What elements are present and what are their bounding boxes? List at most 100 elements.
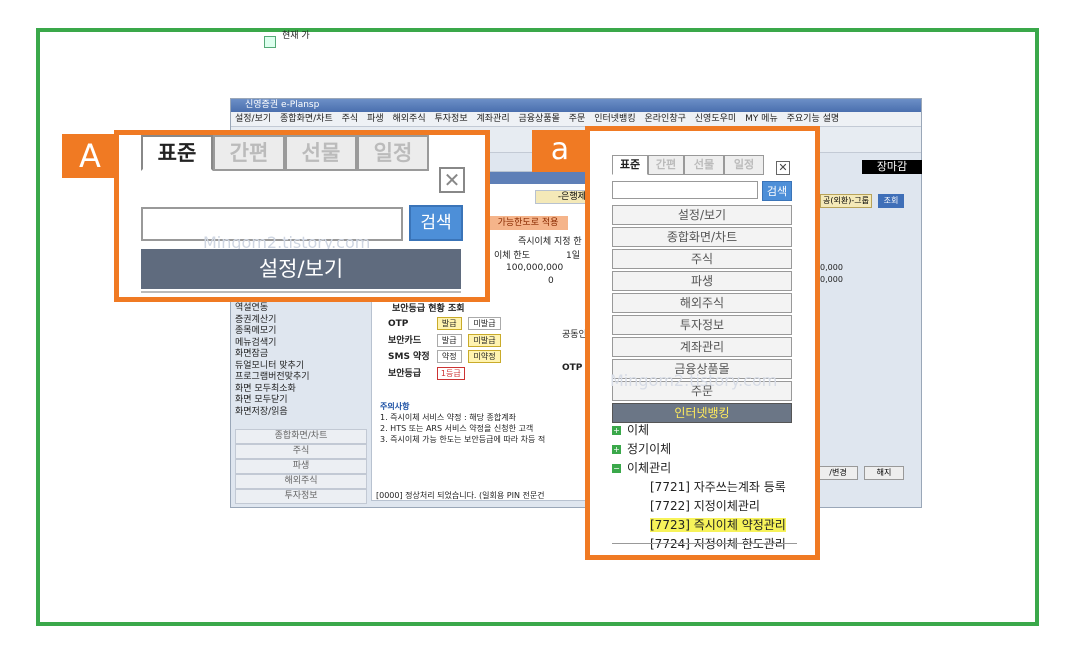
grade-value: 1등급 [436,367,465,380]
group-button[interactable]: 공(외환)-그룹 [820,194,872,208]
transfer-limit-label: 이체 한도 [494,251,530,261]
notice-box: 주의사항 1. 즉시이체 서비스 약정 : 해당 종합계좌 2. HTS 또는 … [380,401,580,445]
otp-row: OTP 발급 미발급 [388,317,505,330]
left-tab[interactable]: 주식 [235,444,367,459]
right-values: 0,000 0,000 [820,262,843,286]
menu-item[interactable]: 주식 [342,114,359,124]
left-tab[interactable]: 파생 [235,459,367,474]
menu-item[interactable]: 종합화면/차트 [612,227,792,247]
menu-item[interactable]: 파생 [367,114,384,124]
menu-item[interactable]: 해외주식 [393,114,426,124]
radio-option[interactable]: 발급 [436,317,462,330]
menu-item[interactable]: 주문 [569,114,586,124]
menu-item[interactable]: 주요기능 설명 [787,114,840,124]
value: 0,000 [820,275,843,284]
notice-line: 1. 즉시이체 서비스 약정 : 해당 종합계좌 [380,413,516,422]
list-item[interactable]: 화면 모두닫기 [235,395,367,407]
close-icon[interactable]: ✕ [776,161,790,175]
row-label: 보안카드 [388,336,422,346]
tab-schedule[interactable]: 일정 [724,155,764,175]
tree-node-transfer-management[interactable]: − 이체관리 [612,459,802,478]
expand-icon[interactable]: + [612,445,621,454]
change-button[interactable]: /변경 [818,466,858,480]
tab-simple[interactable]: 간편 [213,135,285,171]
tool-list: 역설연동 증권계산기 종목메모기 메뉴검색기 화면잠금 듀얼모니터 맞추기 프로… [235,303,367,418]
radio-option[interactable]: 미발급 [468,317,501,330]
query-button[interactable]: 조회 [878,194,904,208]
notice-title: 주의사항 [380,402,410,411]
radio-option[interactable]: 미발급 [468,334,501,347]
tree-leaf[interactable]: [7721] 자주쓰는계좌 등록 [612,478,802,497]
callout-badge-b: a [532,130,588,172]
list-item[interactable]: 종목메모기 [235,326,367,338]
menu-item[interactable]: 계좌관리 [477,114,510,124]
security-card-row: 보안카드 발급 미발급 [388,333,505,347]
list-item[interactable]: 화면 모두최소화 [235,384,367,396]
tree-label: 이체 [627,423,650,437]
left-tab[interactable]: 종합화면/차트 [235,429,367,444]
apply-limit-button[interactable]: 가능한도로 적용 [488,216,568,230]
menu-item[interactable]: 파생 [612,271,792,291]
callout-b-zoom: 표준 간편 선물 일정 ✕ 검색 설정/보기 종합화면/차트 주식 파생 해외주… [585,126,820,560]
expand-icon[interactable]: + [612,426,621,435]
search-button[interactable]: 검색 [409,205,463,241]
tab-standard[interactable]: 표준 [612,155,648,175]
tree-label: 이체관리 [627,461,672,475]
list-item[interactable]: 프로그램버전맞추기 [235,372,367,384]
close-icon[interactable]: ✕ [439,167,465,193]
list-item[interactable]: 화면저장/읽음 [235,407,367,419]
tree-node-transfer[interactable]: + 이체 [612,421,802,440]
menu-item[interactable]: 해외주식 [612,293,792,313]
menu-list: 설정/보기 종합화면/차트 주식 파생 해외주식 투자정보 계좌관리 금융상품몰… [612,205,792,425]
menu-item[interactable]: 계좌관리 [612,337,792,357]
left-tab[interactable]: 해외주식 [235,474,367,489]
market-close-label: 장마감 [862,160,922,174]
list-item[interactable]: 증권계산기 [235,315,367,327]
search-input[interactable] [612,181,758,199]
callout-a-zoom: 표준 간편 선물 일정 ✕ 검색 Mingom2.tistory.com 설정/… [114,130,490,302]
status-bar: [0000] 정상처리 되었습니다. (일회용 PIN 전문건 [376,491,545,500]
menu-item[interactable]: 온라인창구 [645,114,686,124]
collapse-icon[interactable]: − [612,464,621,473]
tab-simple[interactable]: 간편 [648,155,684,175]
first-day-label: 1일 [566,251,581,261]
menu-item[interactable]: 설정/보기 [612,205,792,225]
tree-leaf[interactable]: [7722] 지정이체관리 [612,497,802,516]
popup-label: OTP [562,363,583,373]
menu-item[interactable]: MY 메뉴 [745,114,778,124]
tab-futures[interactable]: 선물 [285,135,357,171]
tree-node-regular-transfer[interactable]: + 정기이체 [612,440,802,459]
radio-option[interactable]: 약정 [436,350,462,363]
menu-item[interactable]: 주식 [612,249,792,269]
security-grade-row: 보안등급 1등급 [388,366,465,380]
search-button[interactable]: 검색 [762,181,792,201]
list-item[interactable]: 메뉴검색기 [235,338,367,350]
radio-option[interactable]: 미약정 [468,350,501,363]
tree-label: 정기이체 [627,442,672,456]
scrollbar[interactable] [612,543,797,555]
left-tab[interactable]: 투자정보 [235,489,367,504]
tab-standard[interactable]: 표준 [141,135,213,171]
menu-item[interactable]: 투자정보 [612,315,792,335]
menu-item[interactable]: 설정/보기 [235,114,271,124]
toolbar-current-price[interactable]: 현재 가 [282,32,310,41]
menu-item[interactable]: 인터넷뱅킹 [594,114,635,124]
toolbar-icon[interactable] [264,36,276,48]
menu-item[interactable]: 신영도우미 [695,114,736,124]
watermark: Mingom2.tistory.com [610,371,778,390]
tree-leaf-highlighted[interactable]: [7723] 즉시이체 약정관리 [612,516,802,535]
menu-settings-view[interactable]: 설정/보기 [141,249,461,289]
popup-label: 공동인 [562,330,587,340]
list-item[interactable]: 듀얼모니터 맞추기 [235,361,367,373]
notice-line: 2. HTS 또는 ARS 서비스 약정을 신청한 고객 [380,424,534,433]
cancel-button[interactable]: 해지 [864,466,904,480]
tab-futures[interactable]: 선물 [684,155,724,175]
tab-schedule[interactable]: 일정 [357,135,429,171]
menu-item[interactable]: 종합화면/차트 [280,114,333,124]
radio-option[interactable]: 발급 [436,334,462,347]
list-item[interactable]: 화면잠금 [235,349,367,361]
list-item[interactable]: 역설연동 [235,303,367,315]
menu-item[interactable]: 금융상품몰 [519,114,560,124]
menu-item[interactable]: 투자정보 [435,114,468,124]
menu-item-internet-banking[interactable]: 인터넷뱅킹 [612,403,792,423]
